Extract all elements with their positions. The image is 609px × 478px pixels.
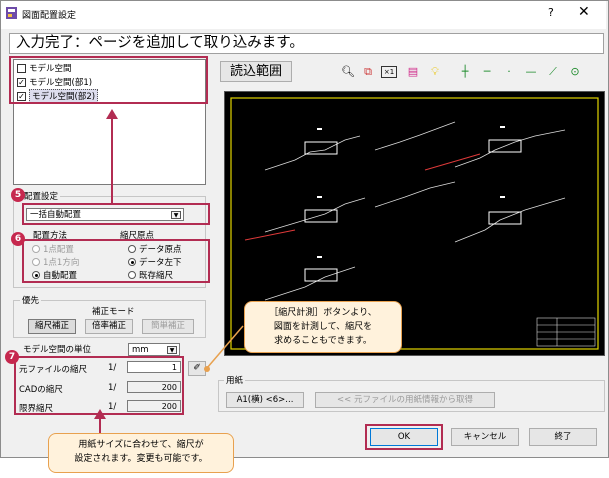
step-badge-7: 7 [5,350,19,364]
annotation-connectors [94,109,244,433]
paper-tip-callout: 用紙サイズに合わせて、縮尺が 設定されます。変更も可能です。 [48,433,234,473]
step-badge-5: 5 [11,188,25,202]
measure-tip-callout: ［縮尺計測］ボタンより、 図面を計測して、縮尺を 求めることもできます。 [244,301,402,353]
step-badge-6: 6 [11,232,25,246]
